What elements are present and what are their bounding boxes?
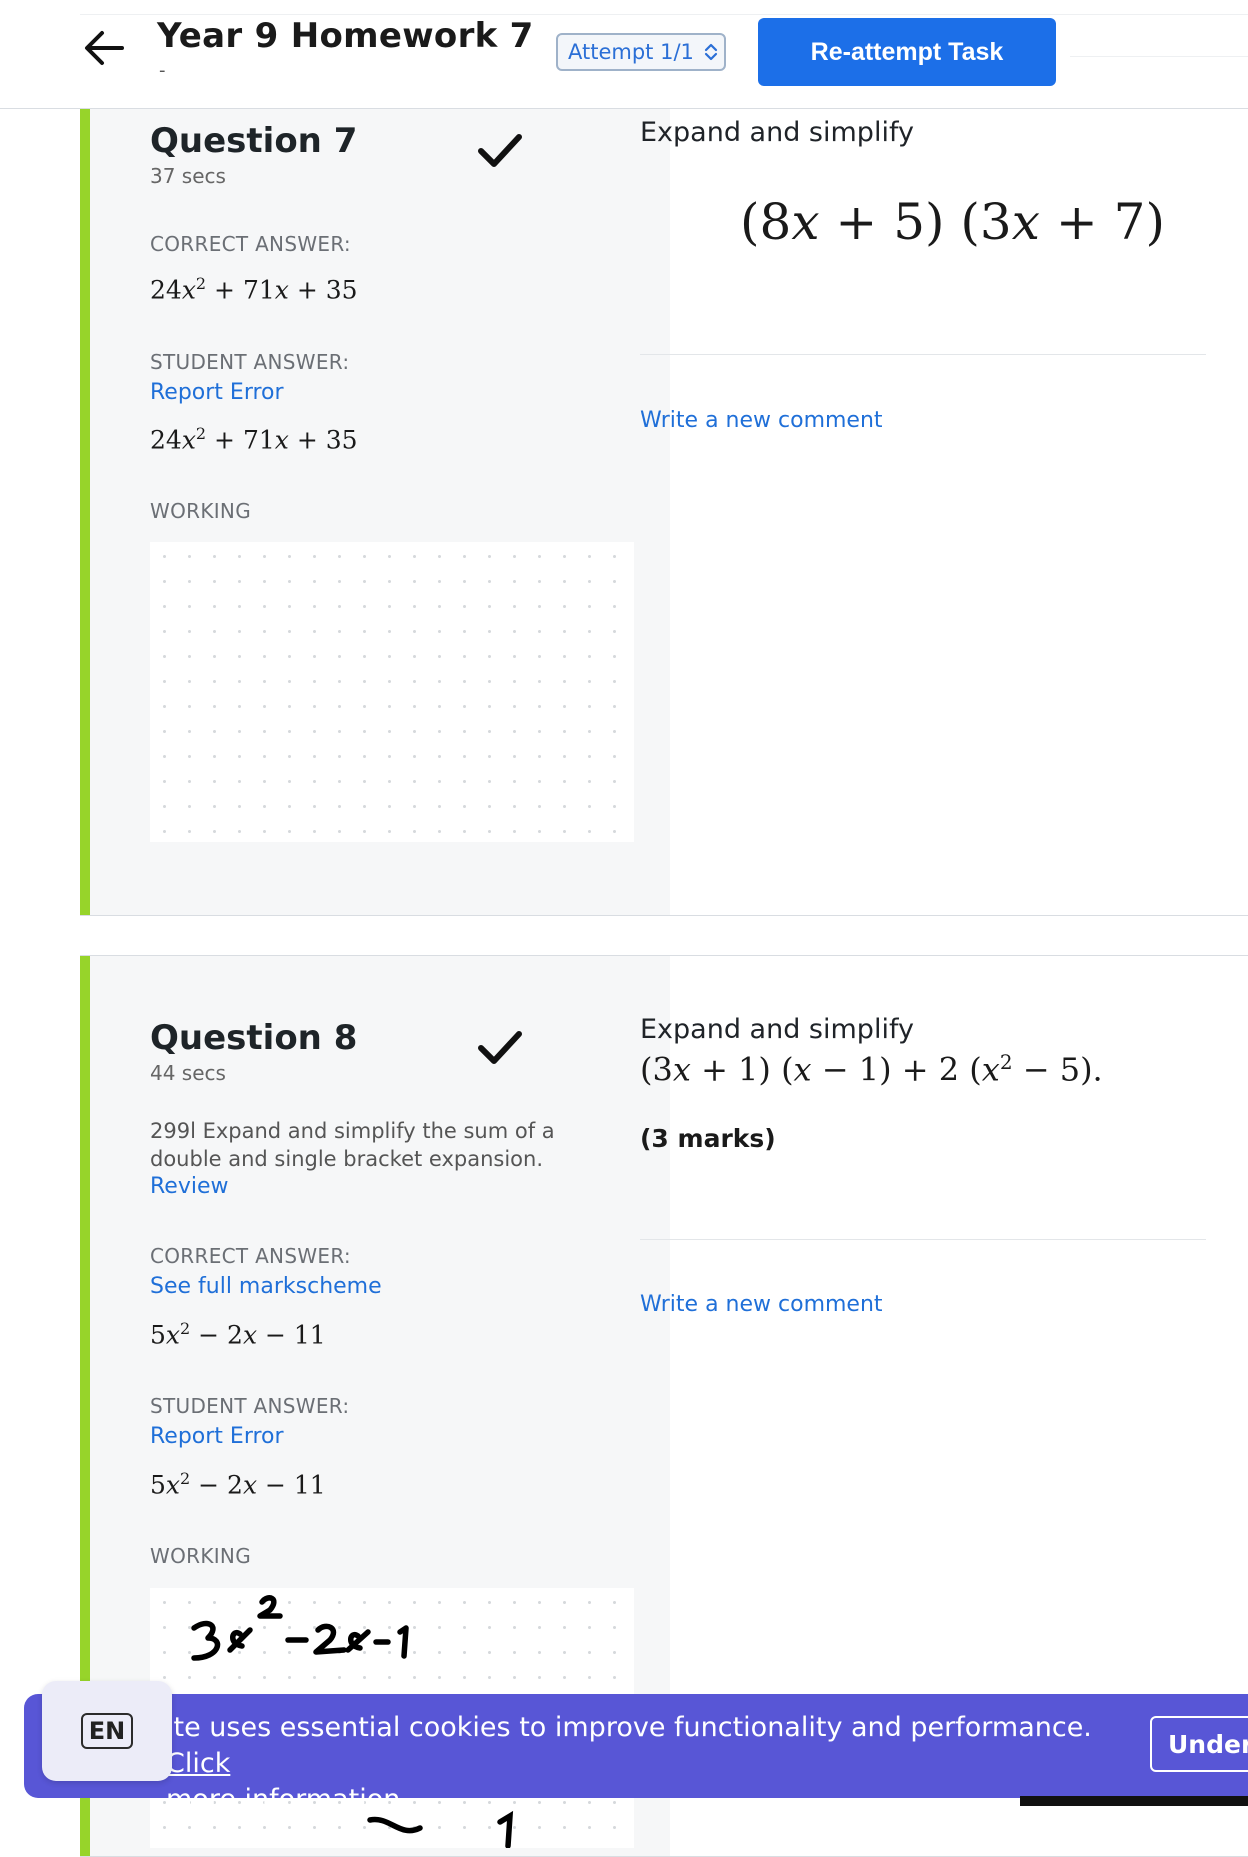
question-description: 299l Expand and simplify the sum of a do… (150, 1119, 555, 1171)
question-prompt: Expand and simplify (640, 117, 914, 148)
cookie-message: ite uses essential cookies to improve fu… (166, 1710, 1146, 1818)
working-label: WORKING (150, 499, 251, 523)
question-title: Question 8 (150, 1018, 358, 1058)
header-rule (80, 14, 1248, 15)
question-marks: (3 marks) (640, 1124, 776, 1153)
attempt-label: Attempt 1/1 (568, 40, 694, 64)
cookie-click-link[interactable]: Click (166, 1748, 230, 1779)
write-comment-link[interactable]: Write a new comment (640, 408, 883, 433)
question-time: 44 secs (150, 1061, 226, 1085)
question-title: Question 7 (150, 121, 358, 161)
comment-divider (640, 1239, 1206, 1240)
correct-answer-label: CORRECT ANSWER: (150, 232, 351, 256)
correct-answer-value: 24x2 + 71x + 35 (150, 274, 358, 305)
checkmark-icon (477, 1028, 523, 1068)
reattempt-task-button[interactable]: Re-attempt Task (758, 18, 1056, 86)
comment-divider (640, 354, 1206, 355)
question-prompt: Expand and simplify (640, 1014, 914, 1045)
question-time: 37 secs (150, 164, 226, 188)
cookie-accept-button[interactable]: Unders (1150, 1716, 1248, 1772)
cookie-text: ite uses essential cookies to improve fu… (166, 1712, 1092, 1743)
correct-answer-label: CORRECT ANSWER: (150, 1244, 351, 1268)
question-card-7: Question 7 37 secs CORRECT ANSWER: 24x2 … (80, 100, 1248, 916)
home-indicator (1020, 1796, 1248, 1806)
student-answer-label: STUDENT ANSWER: (150, 1394, 350, 1418)
working-label: WORKING (150, 1544, 251, 1568)
language-switcher[interactable]: EN (42, 1681, 172, 1781)
write-comment-link[interactable]: Write a new comment (640, 1292, 883, 1317)
correct-answer-value: 5x2 − 2x − 11 (150, 1319, 326, 1350)
working-canvas[interactable] (150, 542, 634, 842)
header-rule-right (1070, 56, 1248, 57)
top-bar: Year 9 Homework 7 - Attempt 1/1 Re-attem… (0, 0, 1248, 109)
back-arrow-icon[interactable] (82, 28, 126, 68)
cookie-banner: ite uses essential cookies to improve fu… (24, 1694, 1248, 1815)
correct-indicator-bar (80, 101, 90, 915)
question-expression: (3x + 1) (x − 1) + 2 (x2 − 5). (640, 1050, 1103, 1089)
student-answer-value: 5x2 − 2x − 11 (150, 1469, 326, 1500)
checkmark-icon (477, 131, 523, 171)
report-error-link[interactable]: Report Error (150, 380, 284, 405)
review-link[interactable]: Review (150, 1174, 229, 1199)
student-answer-label: STUDENT ANSWER: (150, 350, 350, 374)
cookie-more-info-link[interactable]: more information. (166, 1784, 409, 1815)
markscheme-link[interactable]: See full markscheme (150, 1274, 382, 1299)
task-subtitle: - (159, 60, 166, 81)
report-error-link[interactable]: Report Error (150, 1424, 284, 1449)
student-answer-value: 24x2 + 71x + 35 (150, 424, 358, 455)
chevron-updown-icon (704, 43, 717, 61)
question-expression: (8x + 5) (3x + 7) (740, 193, 1165, 251)
attempt-select[interactable]: Attempt 1/1 (556, 33, 726, 71)
language-code: EN (80, 1713, 134, 1749)
task-title: Year 9 Homework 7 (157, 16, 534, 56)
